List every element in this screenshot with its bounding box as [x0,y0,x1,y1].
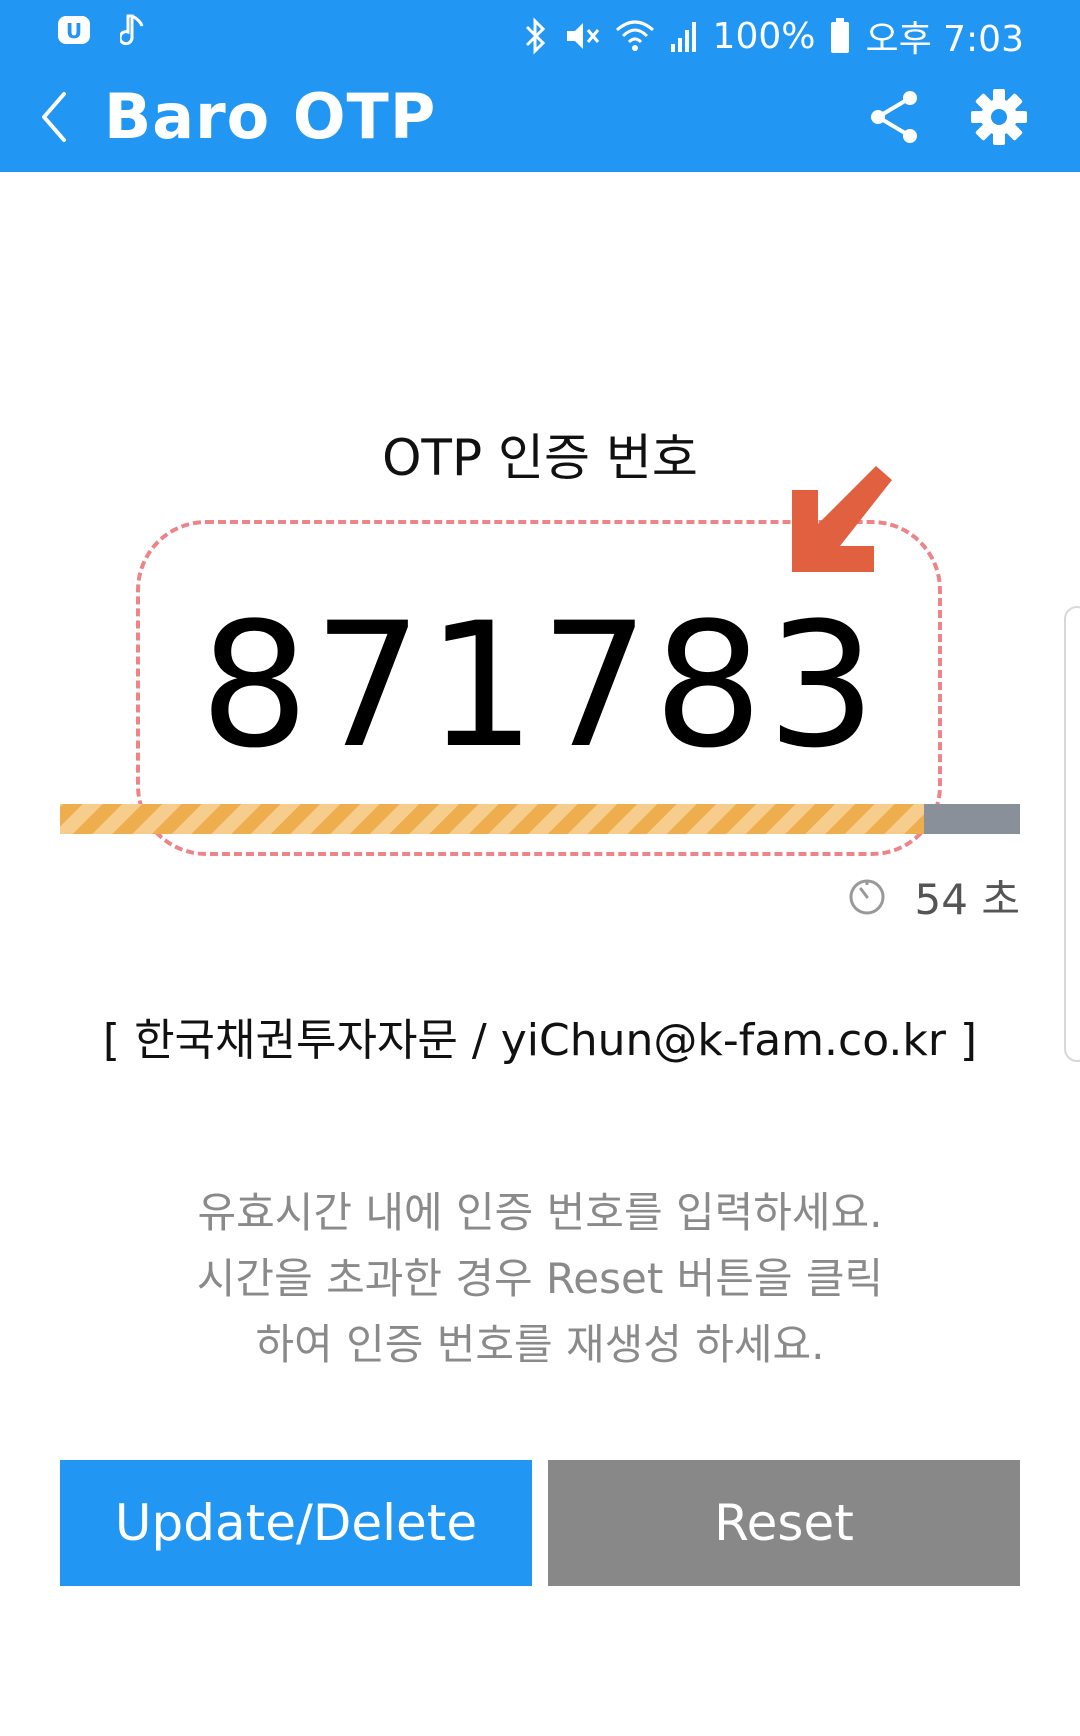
edge-panel-handle[interactable] [1064,606,1080,1062]
update-delete-button[interactable]: Update/Delete [60,1460,532,1586]
status-left-icons: U [56,12,150,48]
status-time: 오후 7:03 [865,19,1024,60]
arrow-icon [792,466,892,572]
share-icon[interactable] [866,88,924,146]
bluetooth-icon [525,17,545,55]
svg-text:U: U [66,19,82,43]
timer-unit: 초 [981,875,1020,924]
instructions: 유효시간 내에 인증 번호를 입력하세요. 시간을 초과한 경우 Reset 버… [0,1180,1080,1378]
signal-icon [670,22,696,52]
otp-timer: 54 초 [847,866,1020,927]
app-title: Baro OTP [104,80,437,153]
music-note-icon [120,14,144,46]
instruction-line-2: 시간을 초과한 경우 Reset 버튼을 클릭 [196,1254,884,1303]
status-bar: U 100% 오후 7:03 [0,0,1080,62]
otp-label: OTP 인증 번호 [382,429,698,487]
otp-code: 871783 [199,585,881,786]
back-icon[interactable] [26,84,86,150]
reset-button[interactable]: Reset [548,1460,1020,1586]
gear-icon[interactable] [970,88,1028,146]
mute-icon [566,23,599,49]
instruction-line-1: 유효시간 내에 인증 번호를 입력하세요. [197,1188,883,1237]
app-notification-icon: U [58,16,90,44]
instruction-line-3: 하여 인증 번호를 재생성 하세요. [255,1320,825,1369]
battery-icon [831,18,850,53]
battery-percent: 100% [712,15,816,57]
timer-seconds: 54 [914,875,968,924]
otp-progress-fill [60,804,924,834]
otp-progress-bar [60,804,1020,834]
wifi-icon [615,20,654,51]
timer-icon [849,879,885,914]
account-info: [ 한국채권투자자문 / yiChun@k-fam.co.kr ] [102,1015,978,1066]
app-bar: Baro OTP [0,62,1080,172]
status-right-icons: 100% 오후 7:03 [523,10,1024,62]
